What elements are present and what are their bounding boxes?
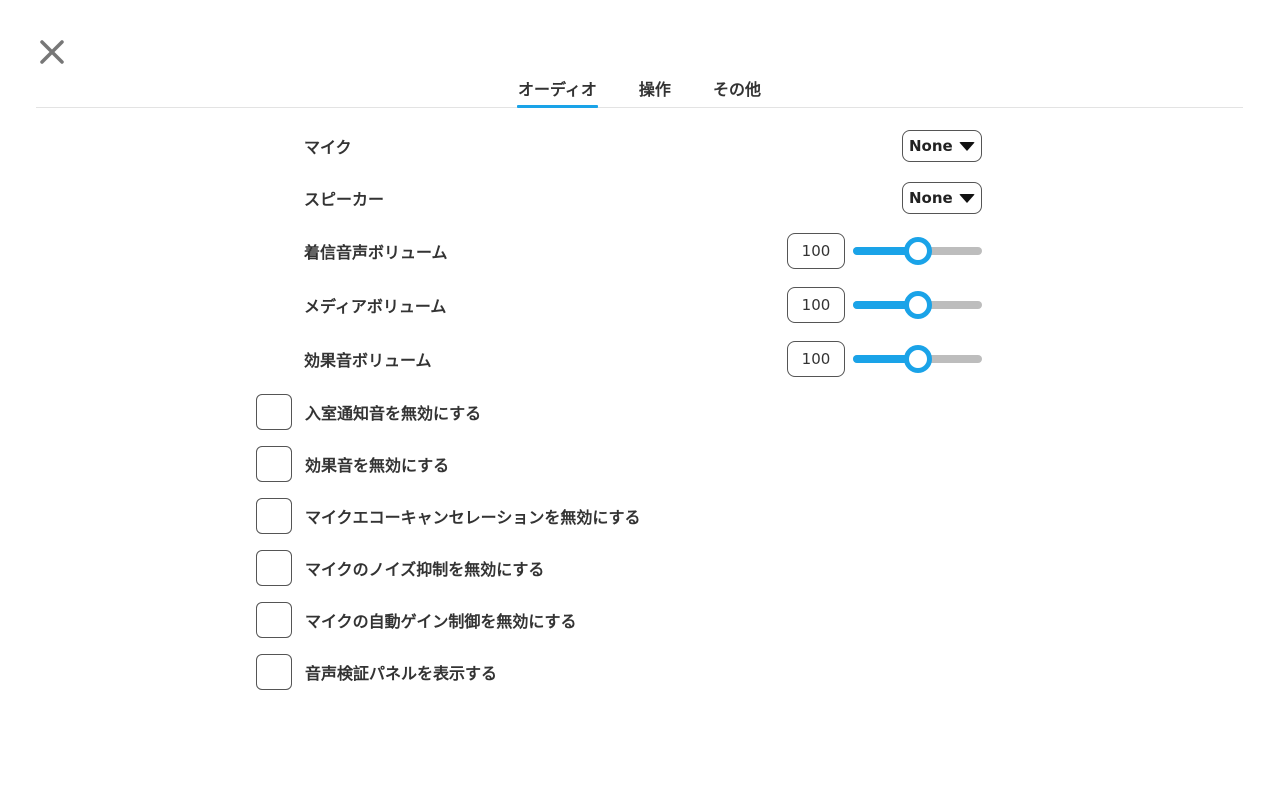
- tab-audio[interactable]: オーディオ: [517, 78, 598, 108]
- incoming-volume-controls: 100: [787, 233, 982, 269]
- disable-echo-cancel-label[interactable]: マイクエコーキャンセレーションを無効にする: [305, 504, 641, 528]
- close-button[interactable]: [36, 36, 68, 68]
- effects-volume-label: 効果音ボリューム: [304, 351, 432, 370]
- incoming-volume-slider[interactable]: [853, 237, 982, 265]
- speaker-row: スピーカー None: [304, 181, 982, 215]
- slider-thumb[interactable]: [903, 291, 932, 319]
- tab-controls[interactable]: 操作: [638, 78, 672, 107]
- media-volume-input[interactable]: 100: [787, 287, 845, 323]
- effects-volume-input[interactable]: 100: [787, 341, 845, 377]
- mic-select[interactable]: None: [902, 130, 982, 162]
- effects-volume-row: 効果音ボリューム 100: [304, 340, 982, 378]
- effects-volume-slider[interactable]: [853, 345, 982, 373]
- speaker-label: スピーカー: [304, 190, 385, 209]
- disable-auto-gain-checkbox[interactable]: [256, 602, 292, 638]
- show-audio-test-panel-label[interactable]: 音声検証パネルを表示する: [305, 660, 497, 684]
- disable-effects-label[interactable]: 効果音を無効にする: [305, 452, 449, 476]
- tab-other[interactable]: その他: [712, 78, 762, 107]
- mic-row: マイク None: [304, 129, 982, 163]
- mic-label: マイク: [304, 138, 352, 157]
- disable-noise-suppression-checkbox[interactable]: [256, 550, 292, 586]
- disable-join-sound-row: 入室通知音を無効にする: [256, 394, 481, 430]
- mic-select-value: None: [909, 137, 953, 155]
- caret-down-icon: [959, 193, 975, 203]
- disable-echo-cancel-checkbox[interactable]: [256, 498, 292, 534]
- slider-thumb[interactable]: [903, 345, 932, 373]
- effects-volume-controls: 100: [787, 341, 982, 377]
- disable-auto-gain-label[interactable]: マイクの自動ゲイン制御を無効にする: [305, 608, 577, 632]
- incoming-volume-input[interactable]: 100: [787, 233, 845, 269]
- disable-auto-gain-row: マイクの自動ゲイン制御を無効にする: [256, 602, 577, 638]
- disable-effects-checkbox[interactable]: [256, 446, 292, 482]
- disable-noise-suppression-label[interactable]: マイクのノイズ抑制を無効にする: [305, 556, 544, 580]
- settings-tabs: オーディオ 操作 その他: [36, 78, 1243, 108]
- speaker-select[interactable]: None: [902, 182, 982, 214]
- disable-effects-row: 効果音を無効にする: [256, 446, 449, 482]
- incoming-volume-row: 着信音声ボリューム 100: [304, 232, 982, 270]
- media-volume-slider[interactable]: [853, 291, 982, 319]
- settings-page: オーディオ 操作 その他 マイク None スピーカー None 着信音声ボリュ…: [0, 0, 1280, 800]
- disable-echo-cancel-row: マイクエコーキャンセレーションを無効にする: [256, 498, 641, 534]
- media-volume-controls: 100: [787, 287, 982, 323]
- media-volume-label: メディアボリューム: [304, 297, 447, 316]
- disable-join-sound-checkbox[interactable]: [256, 394, 292, 430]
- slider-thumb[interactable]: [903, 237, 932, 265]
- media-volume-row: メディアボリューム 100: [304, 286, 982, 324]
- show-audio-test-panel-checkbox[interactable]: [256, 654, 292, 690]
- disable-join-sound-label[interactable]: 入室通知音を無効にする: [305, 400, 481, 424]
- disable-noise-suppression-row: マイクのノイズ抑制を無効にする: [256, 550, 544, 586]
- close-icon: [40, 40, 64, 64]
- caret-down-icon: [959, 141, 975, 151]
- speaker-select-value: None: [909, 189, 953, 207]
- incoming-volume-label: 着信音声ボリューム: [304, 243, 448, 262]
- show-audio-test-panel-row: 音声検証パネルを表示する: [256, 654, 497, 690]
